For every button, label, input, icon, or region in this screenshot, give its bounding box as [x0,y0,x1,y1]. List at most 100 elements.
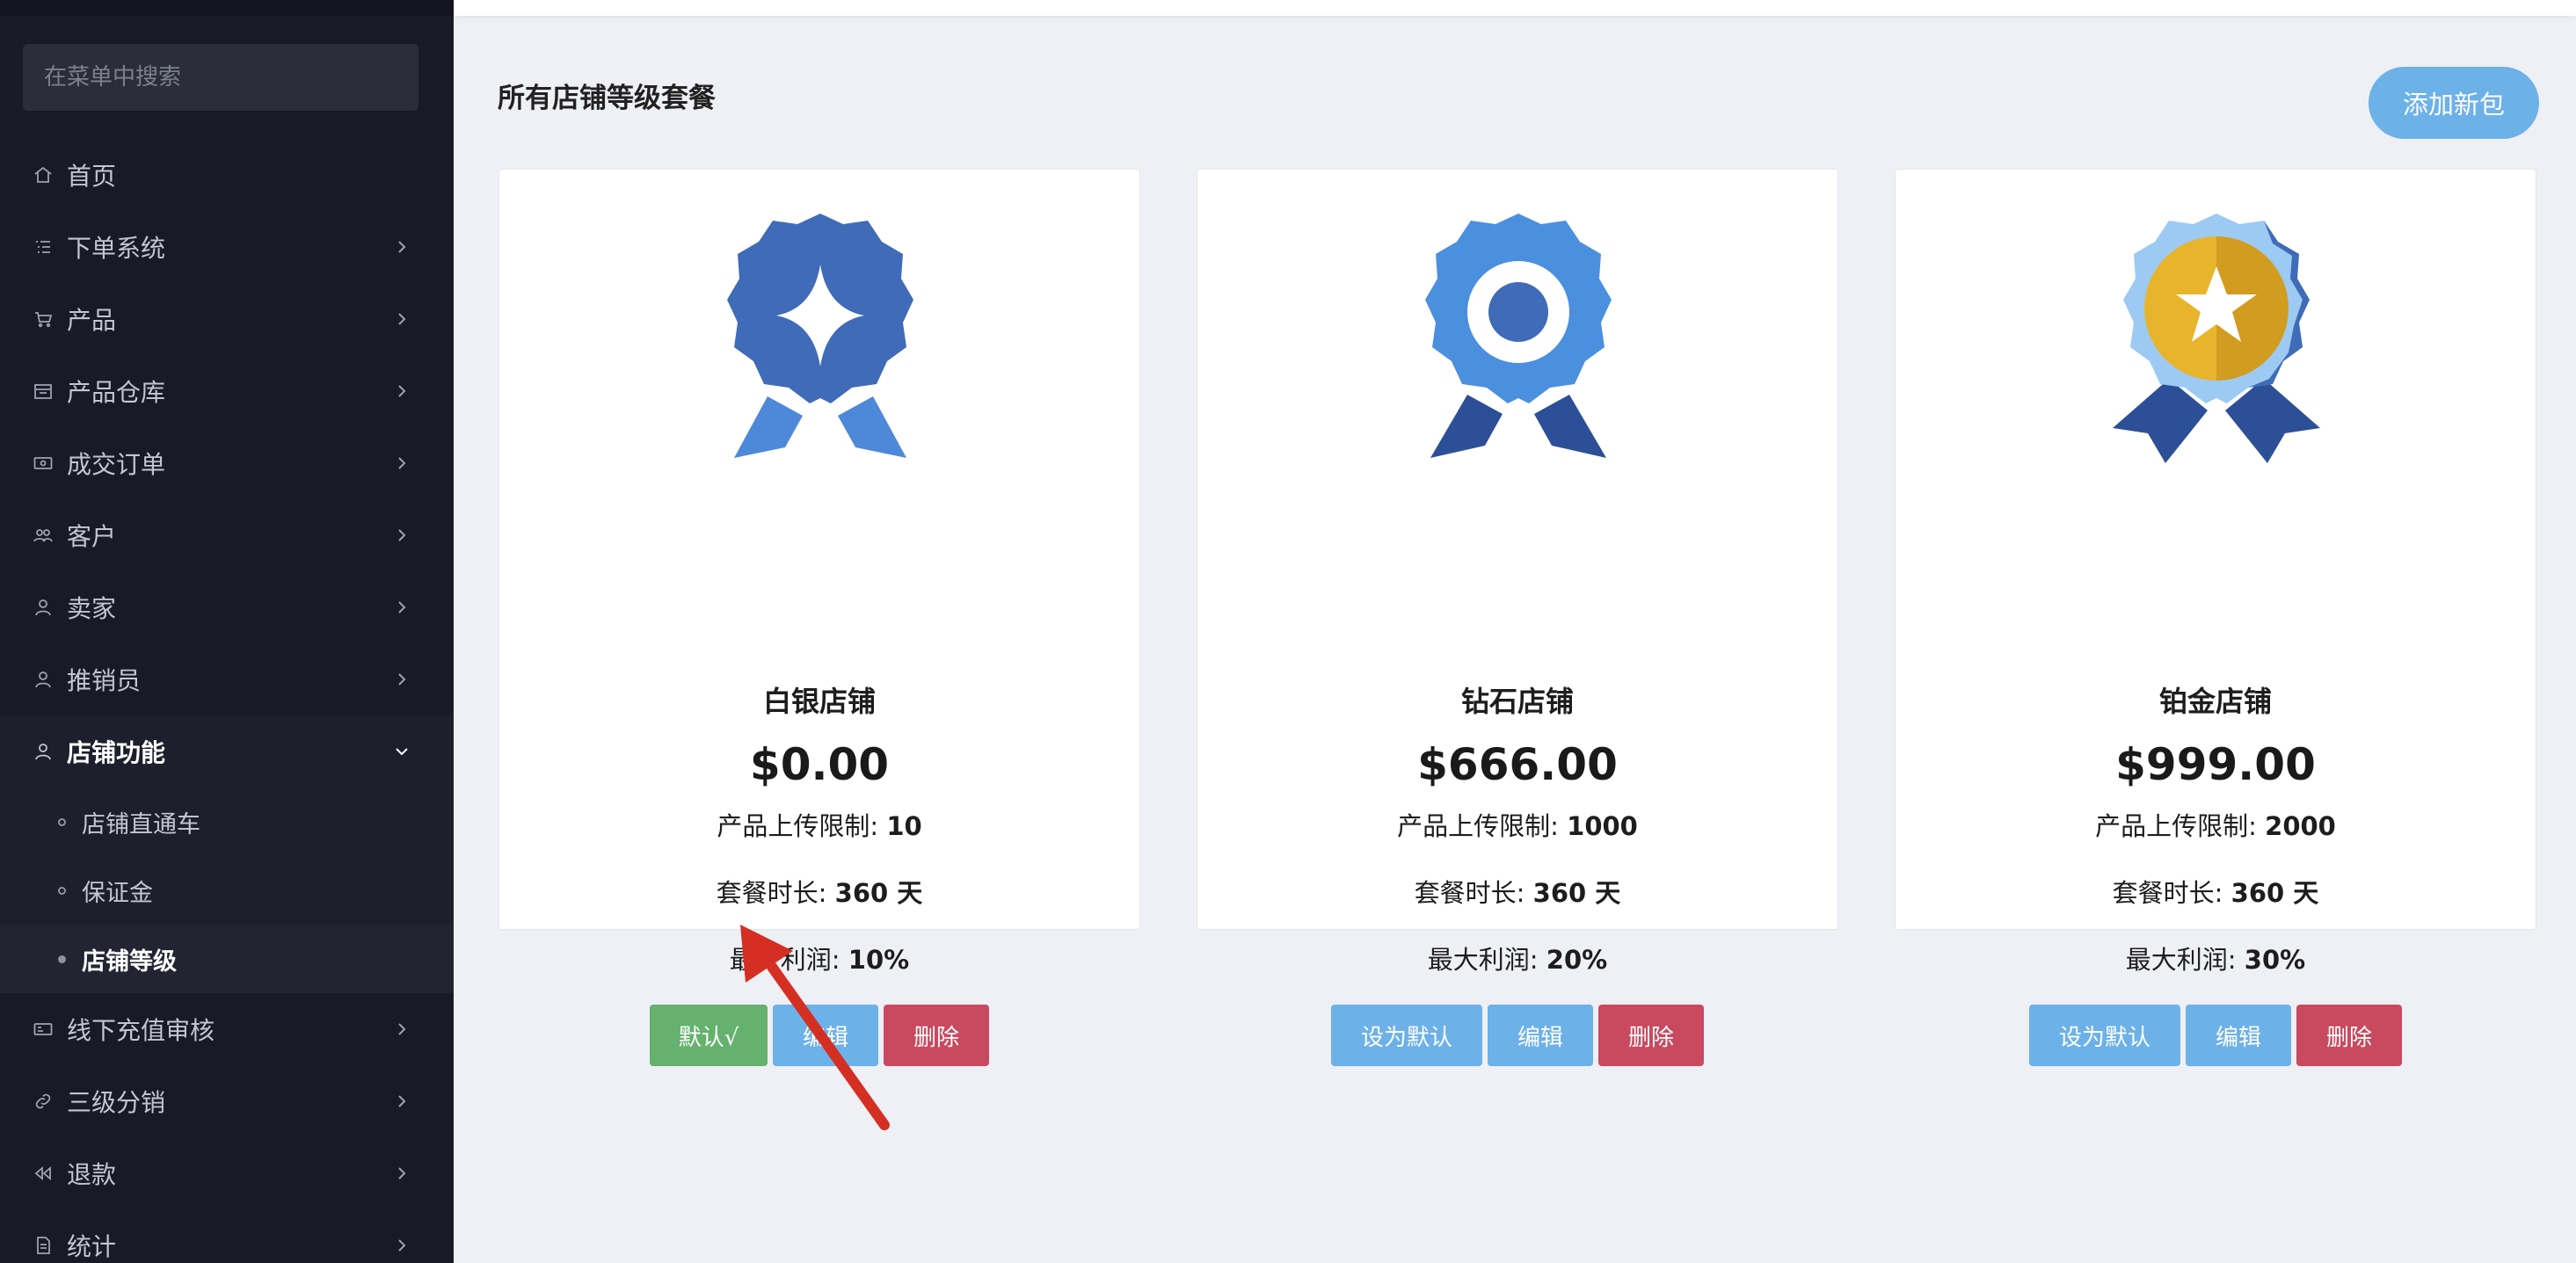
delete-button[interactable]: 删除 [1598,1005,1704,1066]
set-default-button[interactable]: 设为默认 [1331,1005,1482,1066]
package-card: 白银店铺 $0.00 产品上传限制: 10 套餐时长: 360 天 最大利润: … [498,169,1140,1066]
chevron-right-icon [398,385,406,397]
sidebar-item-label: 推销员 [67,666,142,695]
max-profit-row: 最大利润: 30% [1896,940,2536,976]
sidebar-menu: 首页 下单系统 产品 产品仓库 成交订单 客户 卖家 推销员 店铺功能 店铺直通… [0,139,454,1263]
sidebar-item-label: 线下充值审核 [67,1016,215,1045]
sidebar-item-products[interactable]: 产品 [0,283,454,355]
user-icon [32,668,55,691]
rewind-icon [32,1162,55,1185]
sidebar-item-offline-recharge[interactable]: 线下充值审核 [0,993,454,1065]
menu-search-box[interactable] [23,44,418,111]
sidebar-item-label: 产品 [67,306,117,335]
max-profit-value: 30% [2244,945,2306,975]
sidebar-item-sellers[interactable]: 卖家 [0,571,454,643]
money-icon [32,1018,55,1041]
delete-button[interactable]: 删除 [2296,1005,2402,1066]
chevron-right-icon [398,1095,406,1107]
upload-limit-label: 产品上传限制: [2095,811,2266,841]
edit-button[interactable]: 编辑 [773,1005,878,1066]
chevron-right-icon [398,1023,406,1035]
package-name: 钻石店铺 [1460,685,1574,718]
duration-row: 套餐时长: 360 天 [499,873,1139,910]
max-profit-value: 20% [1546,945,1608,975]
diamond-badge-icon [727,214,913,458]
default-button[interactable]: 默认√ [650,1005,768,1066]
edit-button[interactable]: 编辑 [2186,1005,2291,1066]
ring-badge-icon [1425,214,1612,458]
card-actions: 默认√ 编辑 删除 [499,1005,1139,1066]
menu-search-input[interactable] [42,63,399,91]
set-default-button[interactable]: 设为默认 [2029,1005,2180,1066]
max-profit-value: 10% [848,945,910,975]
chevron-down-icon [396,748,408,756]
bullet-icon [58,955,66,963]
sidebar-item-label: 统计 [67,1232,117,1261]
warehouse-icon [32,380,55,403]
card-actions: 设为默认 编辑 删除 [1896,1005,2536,1066]
max-profit-row: 最大利润: 10% [499,940,1139,976]
delete-button[interactable]: 删除 [884,1005,989,1066]
card-actions: 设为默认 编辑 删除 [1197,1005,1837,1066]
cart-icon [32,308,55,330]
submenu-item-deposit[interactable]: 保证金 [0,856,454,925]
sidebar-item-label: 店铺功能 [67,738,166,767]
duration-value: 360 天 [1532,878,1621,908]
home-icon [32,163,55,186]
submenu-item-store-express[interactable]: 店铺直通车 [0,788,454,856]
upload-limit-value: 2000 [2265,811,2336,841]
add-new-package-button[interactable]: 添加新包 [2369,67,2539,139]
duration-label: 套餐时长: [2112,878,2231,908]
sidebar: 首页 下单系统 产品 产品仓库 成交订单 [0,0,454,1263]
duration-label: 套餐时长: [1414,878,1533,908]
package-card: 铂金店铺 $999.00 产品上传限制: 2000 套餐时长: 360 天 最大… [1895,169,2536,1066]
duration-row: 套餐时长: 360 天 [1896,873,2536,910]
sidebar-item-orders[interactable]: 成交订单 [0,427,454,499]
upload-limit-row: 产品上传限制: 1000 [1197,806,1837,843]
sidebar-item-label: 产品仓库 [67,378,166,407]
sidebar-item-refunds[interactable]: 退款 [0,1137,454,1209]
package-price: $0.00 [749,739,890,790]
sidebar-item-salesmen[interactable]: 推销员 [0,643,454,715]
upload-limit-label: 产品上传限制: [717,811,887,841]
sidebar-item-store-features[interactable]: 店铺功能 [0,715,454,788]
max-profit-label: 最大利润: [1427,945,1546,975]
sidebar-item-order-system[interactable]: 下单系统 [0,211,454,283]
link-icon [32,1090,55,1113]
package-price: $999.00 [2115,739,2316,790]
sidebar-item-statistics[interactable]: 统计 [0,1209,454,1263]
top-bar [454,0,2576,16]
chevron-right-icon [398,457,406,469]
chevron-right-icon [398,673,406,686]
max-profit-row: 最大利润: 20% [1197,940,1837,976]
chevron-right-icon [398,241,406,253]
list-icon [32,236,55,258]
package-name: 铂金店铺 [2158,685,2272,718]
sidebar-item-home[interactable]: 首页 [0,139,454,211]
sidebar-item-label: 退款 [67,1160,117,1189]
sidebar-item-label: 成交订单 [67,450,166,479]
sidebar-item-label: 卖家 [67,594,117,623]
upload-limit-row: 产品上传限制: 10 [499,806,1139,843]
sidebar-item-label: 下单系统 [67,234,166,263]
upload-limit-value: 1000 [1567,811,1638,841]
bullet-icon [58,817,66,826]
submenu-item-label: 保证金 [82,879,153,907]
duration-value: 360 天 [834,878,923,908]
package-name: 白银店铺 [762,685,876,718]
submenu-item-store-levels[interactable]: 店铺等级 [0,925,454,993]
chevron-right-icon [398,529,406,541]
edit-button[interactable]: 编辑 [1488,1005,1593,1066]
bullet-icon [58,886,66,895]
max-profit-label: 最大利润: [729,945,848,975]
sidebar-item-label: 客户 [67,522,117,551]
sidebar-item-customers[interactable]: 客户 [0,499,454,571]
max-profit-label: 最大利润: [2125,945,2245,975]
sidebar-item-label: 三级分销 [67,1088,166,1117]
sidebar-item-distribution[interactable]: 三级分销 [0,1065,454,1137]
sidebar-item-warehouse[interactable]: 产品仓库 [0,355,454,427]
user-icon [32,740,55,763]
sidebar-top-strip [0,0,454,16]
duration-row: 套餐时长: 360 天 [1197,873,1837,910]
store-features-submenu: 店铺直通车 保证金 店铺等级 [0,788,454,993]
